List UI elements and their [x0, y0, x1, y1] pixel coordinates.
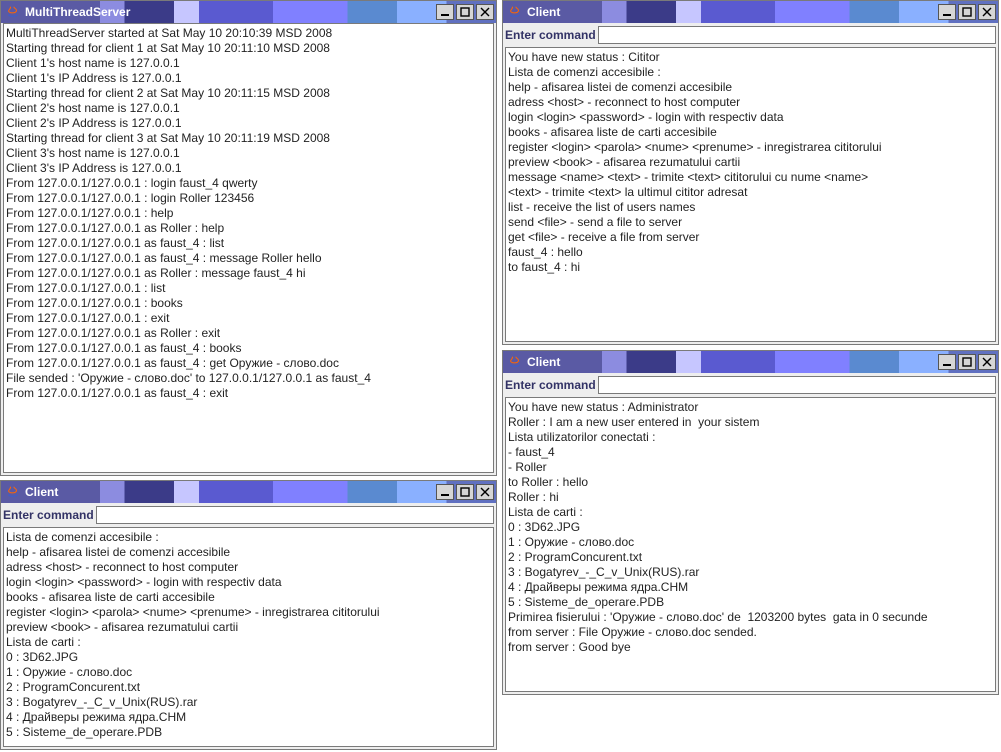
- titlebar-client[interactable]: Client: [503, 351, 998, 373]
- command-input[interactable]: [598, 26, 996, 44]
- maximize-button[interactable]: [456, 484, 474, 500]
- command-row: Enter command: [503, 373, 998, 397]
- close-button[interactable]: [978, 4, 996, 20]
- log-textarea[interactable]: MultiThreadServer started at Sat May 10 …: [3, 23, 494, 473]
- window-title: Client: [25, 485, 436, 499]
- java-icon: [507, 4, 523, 20]
- maximize-button[interactable]: [456, 4, 474, 20]
- window-title: MultiThreadServer: [25, 5, 436, 19]
- log-textarea[interactable]: Lista de comenzi accesibile : help - afi…: [3, 527, 494, 747]
- content-area: Enter command You have new status : Admi…: [503, 373, 998, 694]
- log-textarea[interactable]: You have new status : Cititor Lista de c…: [505, 47, 996, 342]
- titlebar-client[interactable]: Client: [1, 481, 496, 503]
- titlebar-server[interactable]: MultiThreadServer: [1, 1, 496, 23]
- content-area: MultiThreadServer started at Sat May 10 …: [1, 23, 496, 475]
- close-button[interactable]: [476, 484, 494, 500]
- window-title: Client: [527, 5, 938, 19]
- log-textarea[interactable]: You have new status : Administrator Roll…: [505, 397, 996, 692]
- java-icon: [5, 484, 21, 500]
- command-label: Enter command: [3, 508, 94, 522]
- minimize-button[interactable]: [436, 4, 454, 20]
- command-label: Enter command: [505, 378, 596, 392]
- window-client-br: Client Enter command You have new status…: [502, 350, 999, 695]
- titlebar-client[interactable]: Client: [503, 1, 998, 23]
- java-icon: [5, 4, 21, 20]
- java-icon: [507, 354, 523, 370]
- content-area: Enter command Lista de comenzi accesibil…: [1, 503, 496, 749]
- content-area: Enter command You have new status : Citi…: [503, 23, 998, 344]
- minimize-button[interactable]: [938, 354, 956, 370]
- command-label: Enter command: [505, 28, 596, 42]
- window-title: Client: [527, 355, 938, 369]
- command-input[interactable]: [96, 506, 494, 524]
- minimize-button[interactable]: [436, 484, 454, 500]
- close-button[interactable]: [476, 4, 494, 20]
- maximize-button[interactable]: [958, 354, 976, 370]
- command-input[interactable]: [598, 376, 996, 394]
- minimize-button[interactable]: [938, 4, 956, 20]
- command-row: Enter command: [1, 503, 496, 527]
- window-client-tr: Client Enter command You have new status…: [502, 0, 999, 345]
- command-row: Enter command: [503, 23, 998, 47]
- window-client-bl: Client Enter command Lista de comenzi ac…: [0, 480, 497, 750]
- close-button[interactable]: [978, 354, 996, 370]
- maximize-button[interactable]: [958, 4, 976, 20]
- window-server: MultiThreadServer MultiThreadServer star…: [0, 0, 497, 476]
